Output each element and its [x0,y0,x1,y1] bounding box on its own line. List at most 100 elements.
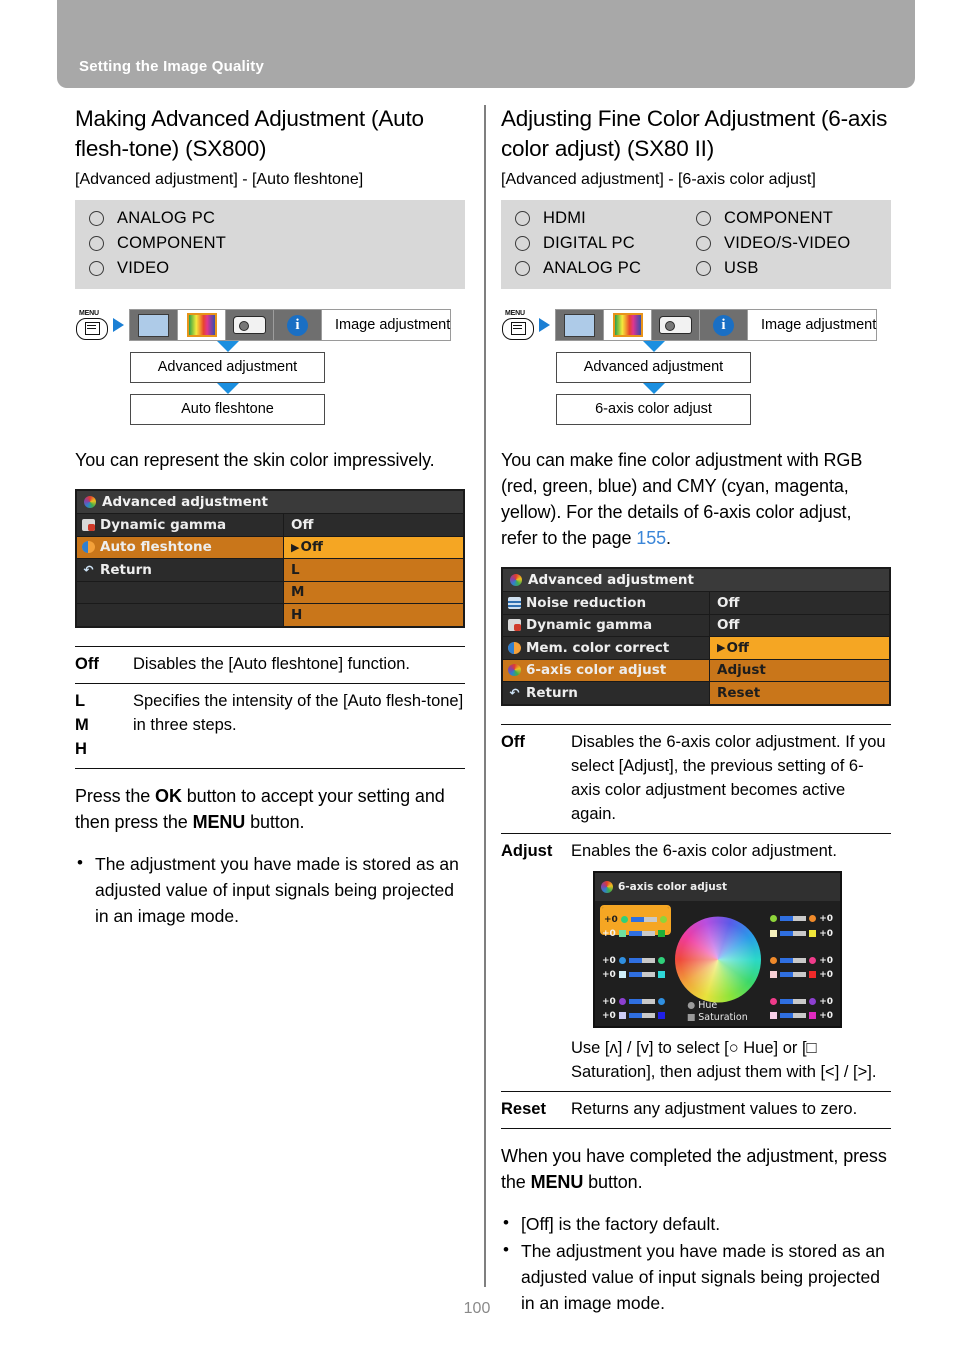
radio-circle-icon [515,261,530,276]
menu-button-body-icon [76,318,108,340]
table-value: Specifies the intensity of the [Auto fle… [133,683,465,769]
column-divider [484,105,486,1287]
tab-title-label: Image adjustment [748,310,877,340]
tab-system-information[interactable]: i [700,310,748,340]
tab-image-adjustment[interactable] [604,310,652,340]
osd-row-value-cell-option: L [283,559,463,581]
osd-title-label: Advanced adjustment [102,494,268,510]
axis-value: +0 [602,969,616,980]
osd-row-value-cell-highlighted: ▶ Off [283,536,463,558]
page-reference-link[interactable]: 155 [636,528,666,548]
osd-row: H [77,603,463,626]
table-key: Adjust [501,833,571,1092]
saturation-square-icon [809,1012,817,1019]
axis-control-blue-saturation[interactable]: +0 [602,1004,665,1028]
osd-row-label: Return [100,561,152,578]
axis-slider[interactable] [628,972,655,977]
table-key-multi: L M H [75,683,133,769]
tab-screen[interactable] [556,310,604,340]
left-supported-signals-box: ANALOG PC COMPONENT VIDEO [75,200,465,289]
menu-path-top-row: MENU i Image adjustment [75,309,465,341]
osd-row-label: Return [526,684,578,701]
osd-tab-strip: i Image adjustment [129,309,452,341]
axis-osd-body: +0 +0 +0 +0 +0 +0 +0 +0 +0 +0 +0 +0 Hue … [595,901,840,1026]
radio-circle-icon [696,236,711,251]
axis-control-red-saturation[interactable]: +0 [770,963,833,987]
table-key: Off [75,645,133,684]
saturation-square-icon [770,930,778,937]
signal-item-video: VIDEO [89,259,451,278]
down-arrow-icon [216,341,239,352]
osd-row-label-cell: Noise reduction [503,592,709,614]
signal-label: DIGITAL PC [543,234,635,252]
down-arrow-icon [642,341,665,352]
right-subtitle: [Advanced adjustment] - [6-axis color ad… [501,171,816,188]
axis-slider[interactable] [628,1013,655,1018]
saturation-square-icon [618,971,626,978]
table-value: Disables the [Auto fleshtone] function. [133,645,465,684]
axis-slider[interactable] [780,931,807,936]
osd-row-label: 6-axis color adjust [526,662,667,679]
right-closing-paragraph: When you have completed the adjustment, … [501,1145,887,1192]
left-column: Making Advanced Adjustment (Auto flesh-t… [75,104,465,930]
osd-row-label-cell: ↶ Return [77,559,283,581]
right-intro-text: You can make fine color adjustment with … [501,447,891,551]
legend-saturation-label: Saturation [698,1011,748,1023]
osd-row-label-cell-empty [77,581,283,603]
axis-slider[interactable] [780,916,807,921]
menu-path-step-1: Advanced adjustment [556,352,751,383]
left-options-table: Off Disables the [Auto fleshtone] functi… [75,645,465,769]
osd-row-label-cell: Dynamic gamma [77,514,283,536]
right-intro-part2: . [666,528,671,548]
axis-value: +0 [819,969,833,980]
color-wheel-icon [510,574,522,586]
saturation-square-icon [809,971,817,978]
arrow-row-2 [130,383,325,394]
menu-path-top-row: MENU i Image adjustment [501,309,891,341]
page-number: 100 [463,1300,491,1317]
color-bars-icon [186,313,217,337]
menu-button-icon: MENU [501,310,534,340]
projector-icon [233,316,266,334]
table-key-m: M [75,715,89,734]
signal-label: VIDEO [117,259,170,277]
osd-row: Mem. color correct ▶ Off [503,636,889,659]
noise-reduction-icon [508,596,521,609]
axis-control-green-saturation[interactable]: +0 [602,922,665,946]
signal-label: USB [724,259,759,277]
play-triangle-icon [539,318,550,332]
osd-row-value-cell-highlighted: ▶ Off [709,637,889,659]
axis-slider[interactable] [628,931,655,936]
signal-label: COMPONENT [724,209,834,227]
tab-system-information[interactable]: i [274,310,322,340]
osd-row-label: Noise reduction [526,594,647,611]
signal-label: COMPONENT [117,234,227,252]
tab-image-adjustment[interactable] [178,310,226,340]
legend-saturation: Saturation [687,1012,748,1024]
tab-screen[interactable] [130,310,178,340]
axis-slider[interactable] [780,1013,807,1018]
saturation-square-icon [657,1012,665,1019]
osd-row-value: Off [300,539,323,556]
saturation-square-icon [770,1012,778,1019]
table-row: Off Disables the 6-axis color adjustment… [501,723,891,834]
radio-circle-icon [696,261,711,276]
axis-control-cyan-saturation[interactable]: +0 [602,963,665,987]
osd-row-label: Dynamic gamma [526,617,653,634]
table-value-with-figure: Enables the 6-axis color adjustment. 6-a… [571,833,891,1092]
tab-install-settings[interactable] [226,310,274,340]
selection-triangle-icon: ▶ [717,641,726,655]
arrow-row-1 [556,341,751,352]
tab-install-settings[interactable] [652,310,700,340]
right-column: Adjusting Fine Color Adjustment (6-axis … [501,104,891,1317]
table-key-h: H [75,739,87,758]
radio-circle-icon [89,261,104,276]
osd-row-label: Auto fleshtone [100,539,212,556]
radio-circle-icon [515,236,530,251]
axis-slider[interactable] [780,972,807,977]
axis-control-yellow-saturation[interactable]: +0 [770,922,833,946]
ok-button-keyword: OK [155,785,182,806]
menu-button-body-icon [502,318,534,340]
axis-control-magenta-saturation[interactable]: +0 [770,1004,833,1028]
osd-row-label: Mem. color correct [526,639,670,656]
